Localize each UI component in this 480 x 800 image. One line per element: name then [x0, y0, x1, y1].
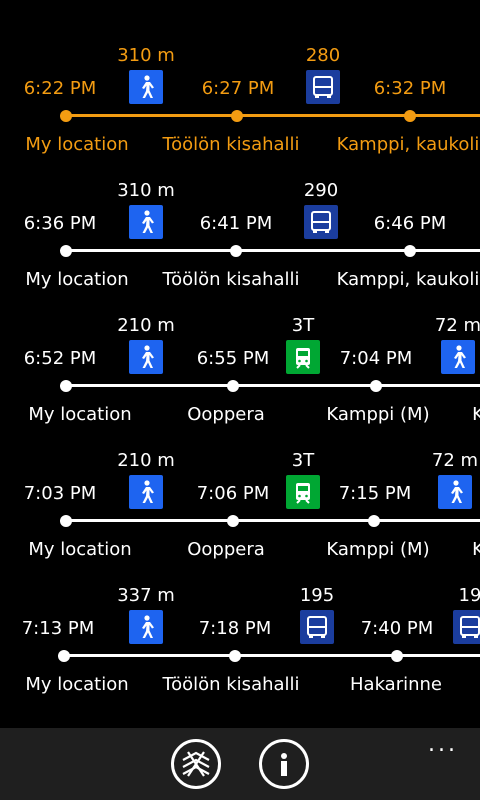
leg-label: 210 m: [117, 315, 175, 336]
stop-dot: [227, 515, 239, 527]
stop-dot: [370, 380, 382, 392]
walk-icon: [129, 70, 163, 104]
stop-dot: [391, 650, 403, 662]
stop-dot: [60, 110, 72, 122]
leg-label: 337 m: [117, 585, 175, 606]
leg-label: 3T: [291, 450, 315, 471]
info-button[interactable]: [259, 739, 309, 789]
bus-icon: [300, 610, 334, 644]
walk-icon: [129, 205, 163, 239]
route-option[interactable]: 210 m 3T 72 m 6:52 PM 6:55 PM 7:04 PM My locat…: [0, 315, 480, 450]
route-line: [64, 384, 480, 387]
route-line: [64, 114, 480, 117]
leg-label: 195: [299, 585, 335, 606]
time-label: 7:40 PM: [360, 618, 434, 639]
leg-label: 72 m: [434, 315, 480, 336]
leg-label: 72 m: [431, 450, 479, 471]
time-label: 6:22 PM: [23, 78, 97, 99]
route-option[interactable]: 210 m 3T 72 m 7:03 PM 7:06 PM 7:15 PM My locat…: [0, 450, 480, 585]
route-option[interactable]: 310 m 280 6:22 PM 6:27 PM 6:32 PM My location…: [0, 45, 480, 180]
time-label: 7:13 PM: [21, 618, 95, 639]
stop-dot: [229, 650, 241, 662]
stop-name: My location: [25, 269, 129, 290]
bus-icon: [453, 610, 480, 644]
route-line: [64, 654, 480, 657]
stop-name: K: [472, 404, 480, 425]
bus-icon: [306, 70, 340, 104]
stop-dot: [227, 380, 239, 392]
time-label: 7:06 PM: [196, 483, 270, 504]
map-button[interactable]: [171, 739, 221, 789]
walk-icon: [129, 340, 163, 374]
stop-dot: [230, 245, 242, 257]
stop-name: My location: [25, 134, 129, 155]
leg-label: 3T: [291, 315, 315, 336]
stop-name: Töölön kisahalli: [162, 674, 300, 695]
stop-name: Ooppera: [187, 404, 265, 425]
walk-icon: [129, 475, 163, 509]
globe-map-icon: [182, 751, 210, 777]
leg-label: 19: [458, 585, 480, 606]
stop-name: Kamppi, kaukoli: [336, 269, 480, 290]
route-option[interactable]: 337 m 195 19 7:13 PM 7:18 PM 7:40 PM My locati…: [0, 585, 480, 720]
time-label: 6:52 PM: [23, 348, 97, 369]
walk-icon: [438, 475, 472, 509]
time-label: 7:18 PM: [198, 618, 272, 639]
info-icon: [281, 753, 287, 776]
stop-dot: [404, 110, 416, 122]
leg-label: 210 m: [117, 450, 175, 471]
stop-name: My location: [25, 674, 129, 695]
time-label: 6:55 PM: [196, 348, 270, 369]
stop-dot: [60, 245, 72, 257]
stop-dot: [231, 110, 243, 122]
leg-label: 310 m: [117, 180, 175, 201]
leg-label: 310 m: [117, 45, 175, 66]
time-label: 7:04 PM: [339, 348, 413, 369]
time-label: 6:36 PM: [23, 213, 97, 234]
time-label: 7:15 PM: [338, 483, 412, 504]
walk-icon: [129, 610, 163, 644]
stop-dot: [60, 515, 72, 527]
time-label: 6:32 PM: [373, 78, 447, 99]
stop-name: K: [472, 539, 480, 560]
stop-dot: [404, 245, 416, 257]
stop-dot: [58, 650, 70, 662]
bus-icon: [304, 205, 338, 239]
stop-dot: [60, 380, 72, 392]
time-label: 7:03 PM: [23, 483, 97, 504]
leg-label: 280: [305, 45, 341, 66]
stop-name: Hakarinne: [350, 674, 442, 695]
leg-label: 290: [303, 180, 339, 201]
route-option[interactable]: 310 m 290 6:36 PM 6:41 PM 6:46 PM My location…: [0, 180, 480, 315]
time-label: 6:46 PM: [373, 213, 447, 234]
stop-name: Töölön kisahalli: [162, 269, 300, 290]
stop-name: Ooppera: [187, 539, 265, 560]
stop-name: Töölön kisahalli: [162, 134, 300, 155]
time-label: 6:27 PM: [201, 78, 275, 99]
route-line: [64, 249, 480, 252]
route-line: [64, 519, 480, 522]
tram-icon: [286, 475, 320, 509]
walk-icon: [441, 340, 475, 374]
stop-name: Kamppi, kaukoli: [336, 134, 480, 155]
time-label: 6:41 PM: [199, 213, 273, 234]
stop-dot: [368, 515, 380, 527]
more-options-button[interactable]: ...: [428, 734, 458, 756]
app-bar: ...: [0, 728, 480, 800]
tram-icon: [286, 340, 320, 374]
